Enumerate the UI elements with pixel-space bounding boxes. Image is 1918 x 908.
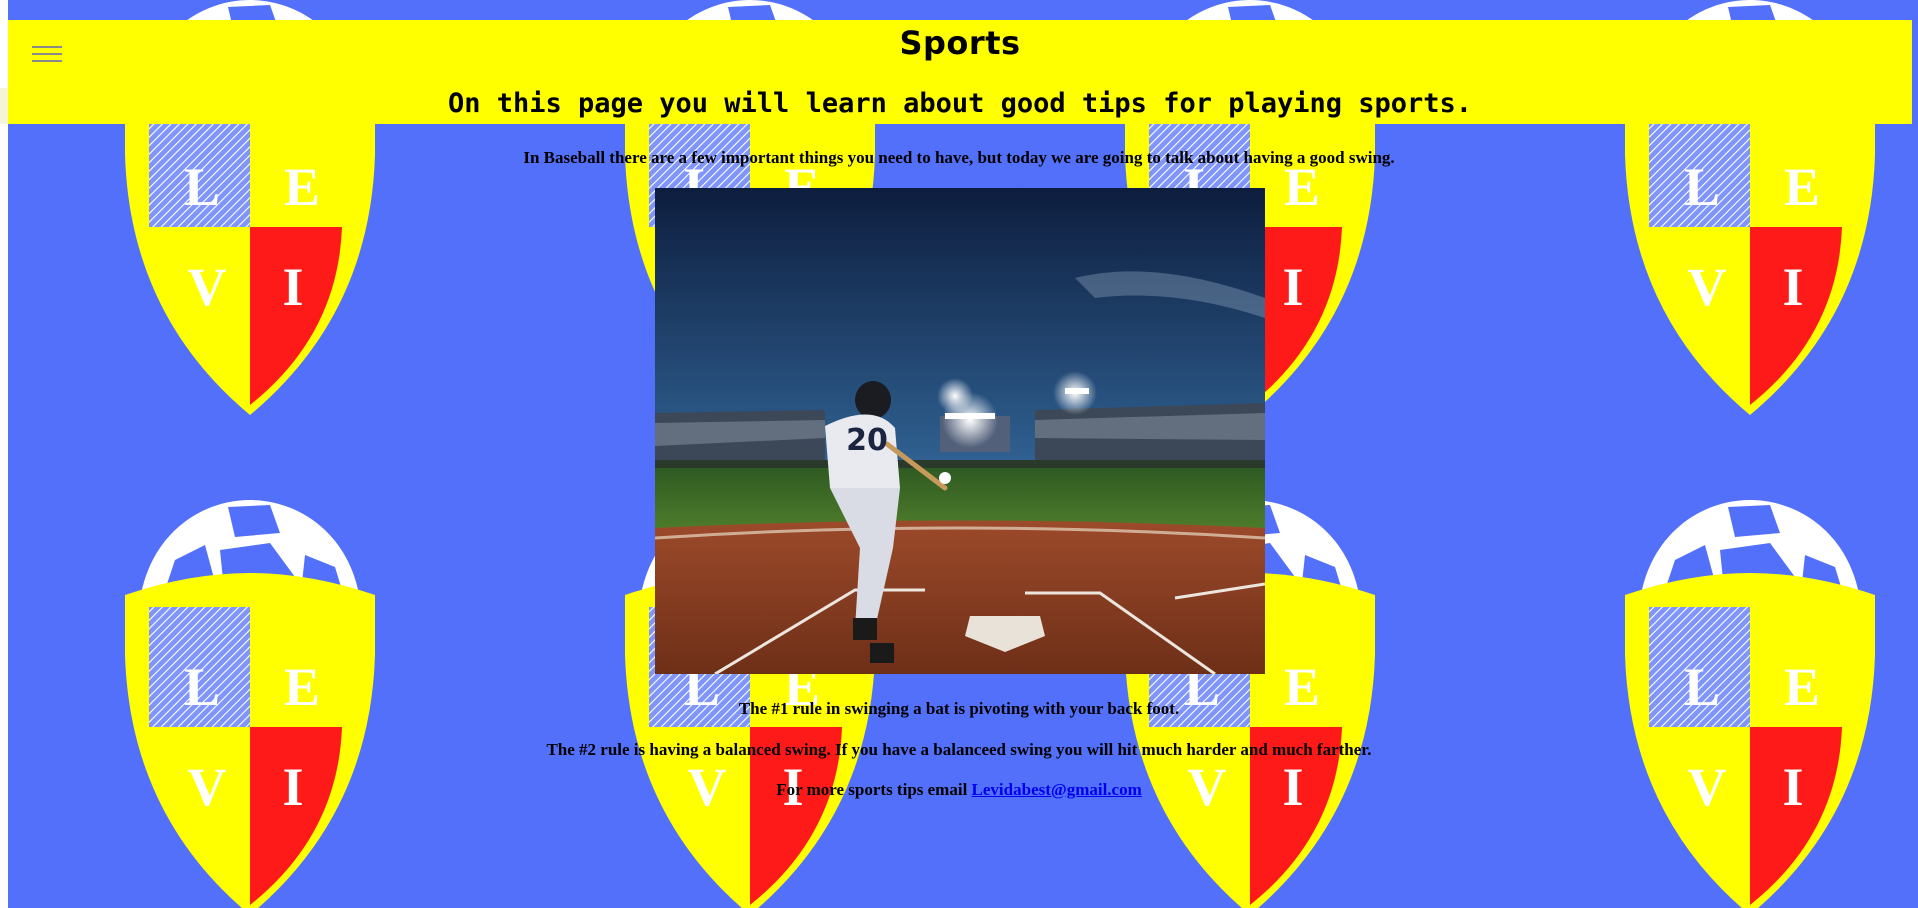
baseball-batter-photo: 20 [655,188,1265,674]
page-title: Sports [899,24,1021,62]
intro-paragraph: In Baseball there are a few important th… [523,148,1395,167]
page-subtitle: On this page you will learn about good t… [447,88,1473,119]
header-bar: Sports On this page you will learn about… [8,20,1912,124]
rule-1-text: The #1 rule in swinging a bat is pivotin… [738,699,1180,718]
jersey-number: 20 [846,423,888,458]
rule-2-text: The #2 rule is having a balanced swing. … [546,740,1372,759]
contact-line: For more sports tips email Levidabest@gm… [0,780,1918,800]
contact-prefix: For more sports tips email [776,780,972,799]
email-link[interactable]: Levidabest@gmail.com [972,780,1142,799]
